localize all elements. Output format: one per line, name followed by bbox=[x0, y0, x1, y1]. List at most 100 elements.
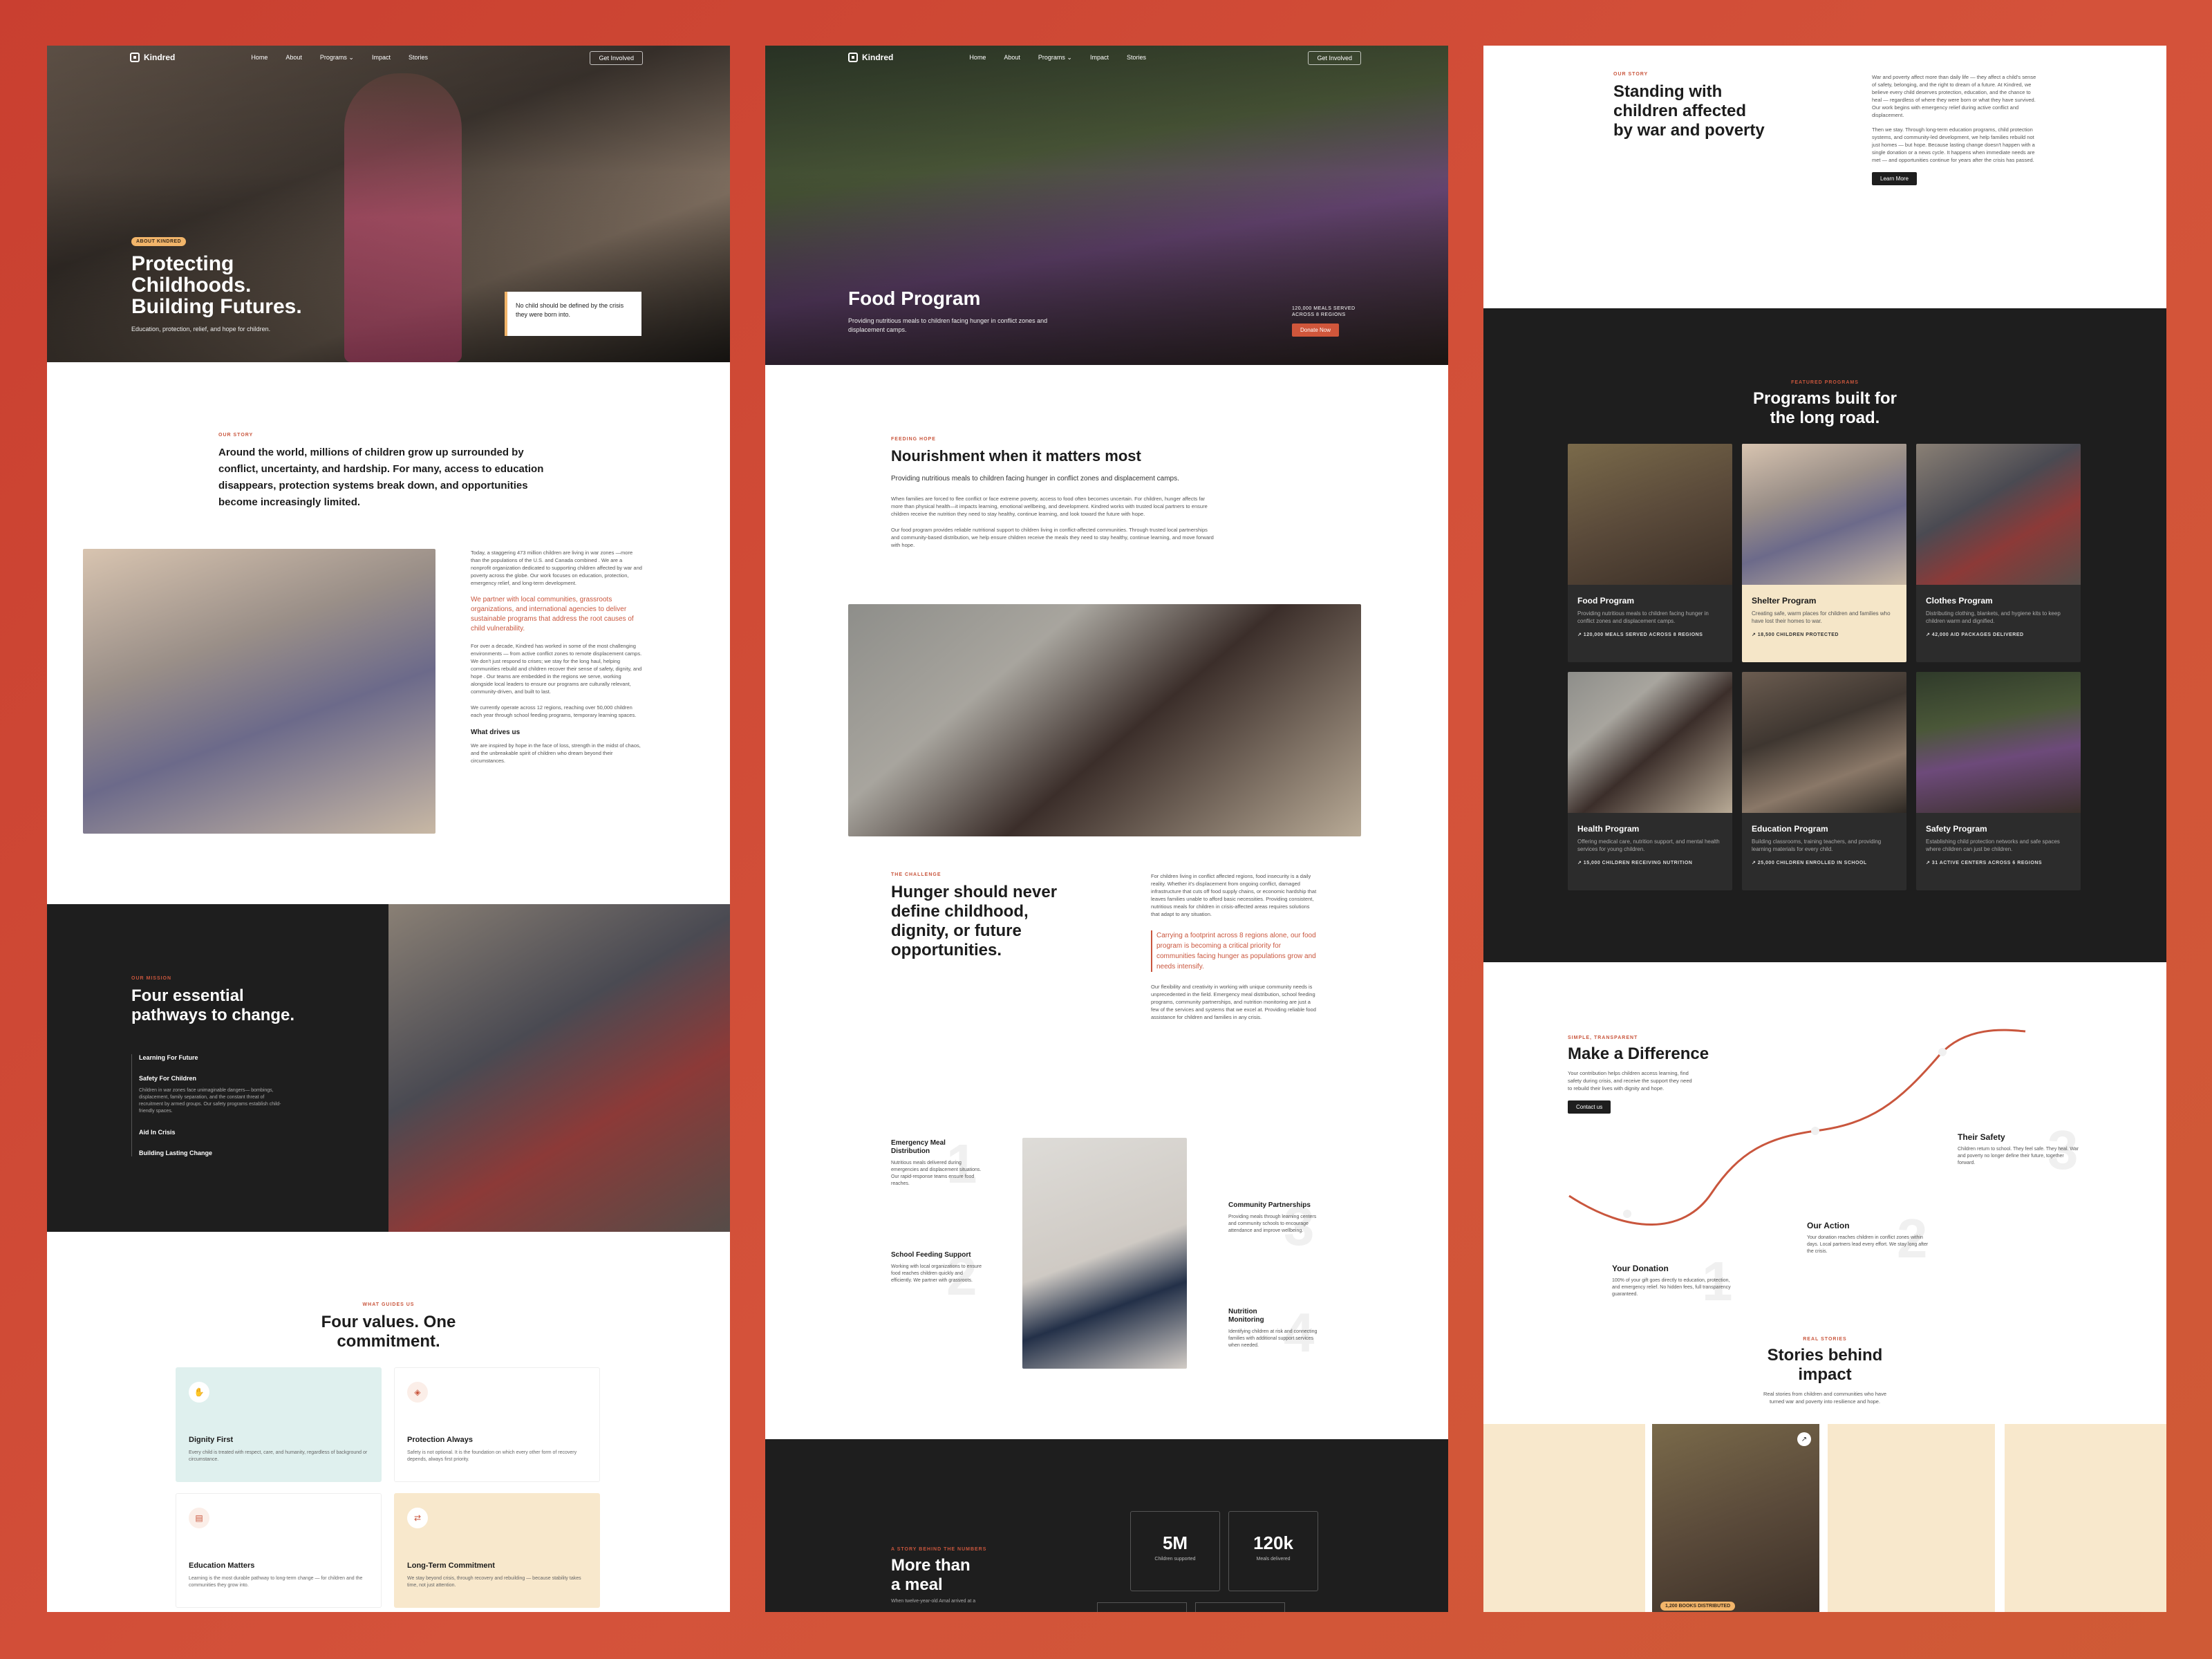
intro-lead: Providing nutritious meals to children f… bbox=[891, 475, 1179, 482]
value-title: Dignity First bbox=[189, 1436, 234, 1444]
program-image bbox=[1742, 444, 1906, 585]
value-desc: Learning is the most durable pathway to … bbox=[189, 1576, 363, 1588]
program-desc: Building classrooms, training teachers, … bbox=[1752, 838, 1882, 852]
step-item: 2 School Feeding Support Working with lo… bbox=[891, 1245, 982, 1306]
challenge-title-line: Hunger should never bbox=[891, 883, 1058, 901]
value-title: Education Matters bbox=[189, 1562, 255, 1570]
hero-title-line: Protecting bbox=[131, 252, 234, 275]
top-nav: Kindred Home About Programs ⌄ Impact Sto… bbox=[47, 46, 730, 69]
hero-tag: ABOUT KINDRED bbox=[131, 237, 187, 246]
story-card[interactable] bbox=[1483, 1424, 1645, 1612]
mission-item[interactable]: Building Lasting Change bbox=[139, 1150, 294, 1156]
nav-about[interactable]: About bbox=[1004, 54, 1020, 62]
program-image bbox=[1916, 672, 2081, 813]
step-desc: Identifying children at risk and connect… bbox=[1228, 1329, 1318, 1348]
nav-impact[interactable]: Impact bbox=[372, 54, 391, 62]
program-title: Shelter Program bbox=[1752, 596, 1817, 606]
mission-item-active[interactable]: Safety For Children bbox=[139, 1075, 294, 1082]
program-stat: ↗ 31 ACTIVE CENTERS ACROSS 6 REGIONS bbox=[1926, 861, 2043, 865]
numbers-eyebrow: A STORY BEHIND THE NUMBERS bbox=[891, 1547, 987, 1552]
program-card-food[interactable]: Food Program Providing nutritious meals … bbox=[1568, 444, 1732, 662]
get-involved-button[interactable]: Get Involved bbox=[1308, 51, 1361, 65]
step-title: School Feeding Support bbox=[891, 1251, 971, 1259]
story-badge: 1,200 BOOKS DISTRIBUTED bbox=[1660, 1602, 1736, 1611]
program-card-education[interactable]: Education Program Building classrooms, t… bbox=[1742, 672, 1906, 890]
mission-title-line: pathways to change. bbox=[131, 1006, 295, 1024]
home-page-frame: OUR STORY Standing with children affecte… bbox=[1483, 46, 2166, 1612]
step-item: 3 Community Partnerships Providing meals… bbox=[1228, 1195, 1320, 1257]
logo[interactable]: Kindred bbox=[848, 53, 893, 62]
story-card[interactable] bbox=[1828, 1424, 1995, 1612]
mission-panel: OUR MISSION Four essential pathways to c… bbox=[47, 904, 388, 1232]
chevron-down-icon: ⌄ bbox=[348, 53, 354, 61]
stories-title: Stories behind impact bbox=[1483, 1346, 2166, 1385]
program-card-shelter[interactable]: Shelter Program Creating safe, warm plac… bbox=[1742, 444, 1906, 662]
donate-now-button[interactable]: Donate Now bbox=[1292, 324, 1340, 337]
nav-about[interactable]: About bbox=[285, 54, 302, 62]
challenge-title-line: opportunities. bbox=[891, 941, 1002, 959]
program-title: Safety Program bbox=[1926, 824, 1987, 834]
programs-eyebrow: FEATURED PROGRAMS bbox=[1791, 380, 1859, 385]
get-involved-button[interactable]: Get Involved bbox=[590, 51, 643, 65]
arrow-icon[interactable]: ↗ bbox=[1797, 1432, 1811, 1446]
logo[interactable]: Kindred bbox=[130, 53, 175, 62]
value-title: Protection Always bbox=[407, 1436, 473, 1444]
mission-item[interactable]: Learning For Future bbox=[139, 1054, 294, 1061]
contact-us-button[interactable]: Contact us bbox=[1568, 1100, 1611, 1114]
program-desc: Establishing child protection networks a… bbox=[1926, 838, 2060, 852]
hero-title-line: Building Futures. bbox=[131, 295, 302, 318]
values-title-line: commitment. bbox=[337, 1332, 440, 1351]
story-title-line: children affected bbox=[1613, 102, 1747, 120]
about-page-frame: Kindred Home About Programs ⌄ Impact Sto… bbox=[47, 46, 730, 1612]
program-stat: ↗ 120,000 MEALS SERVED ACROSS 8 REGIONS bbox=[1577, 632, 1703, 637]
nav-stories[interactable]: Stories bbox=[1127, 54, 1146, 62]
value-card: ⇄ Long-Term Commitment We stay beyond cr… bbox=[394, 1493, 600, 1608]
nav-home[interactable]: Home bbox=[251, 54, 268, 62]
stories-title-line: Stories behind bbox=[1767, 1346, 1883, 1365]
mission-item[interactable]: Aid In Crisis bbox=[139, 1129, 294, 1136]
challenge-paragraph: For children living in conflict affected… bbox=[1151, 873, 1317, 917]
program-stat: ↗ 42,000 AID PACKAGES DELIVERED bbox=[1926, 632, 2024, 637]
stat-card: 120k Meals delivered bbox=[1228, 1511, 1318, 1591]
nav-programs[interactable]: Programs ⌄ bbox=[320, 54, 354, 62]
intro-paragraph: Our food program provides reliable nutri… bbox=[891, 527, 1214, 548]
nav-stories[interactable]: Stories bbox=[409, 54, 428, 62]
challenge-title-line: define childhood, bbox=[891, 902, 1029, 921]
step-desc: Working with local organizations to ensu… bbox=[891, 1264, 982, 1283]
program-card-clothes[interactable]: Clothes Program Distributing clothing, b… bbox=[1916, 444, 2081, 662]
value-desc: We stay beyond crisis, through recovery … bbox=[407, 1576, 581, 1588]
mission-image bbox=[388, 904, 730, 1232]
step-desc: Your donation reaches children in confli… bbox=[1807, 1235, 1929, 1254]
program-card-health[interactable]: Health Program Offering medical care, nu… bbox=[1568, 672, 1732, 890]
story-image bbox=[83, 549, 435, 834]
food-hero-title: Food Program bbox=[848, 288, 981, 309]
step-desc: Providing meals through learning centers… bbox=[1228, 1215, 1317, 1233]
nav-impact[interactable]: Impact bbox=[1090, 54, 1109, 62]
story-paragraph: We currently operate across 12 regions, … bbox=[471, 704, 637, 718]
book-icon: ▤ bbox=[189, 1508, 209, 1528]
learn-more-button[interactable]: Learn More bbox=[1872, 172, 1917, 185]
nav-home[interactable]: Home bbox=[969, 54, 986, 62]
program-card-safety[interactable]: Safety Program Establishing child protec… bbox=[1916, 672, 2081, 890]
story-card[interactable] bbox=[2005, 1424, 2166, 1612]
programs-title: Programs built for the long road. bbox=[1483, 389, 2166, 428]
values-eyebrow: WHAT GUIDES US bbox=[362, 1302, 415, 1307]
value-desc: Safety is not optional. It is the founda… bbox=[407, 1450, 577, 1462]
intro-eyebrow: FEEDING HOPE bbox=[891, 437, 936, 442]
intro-title: Nourishment when it matters most bbox=[891, 447, 1141, 465]
stat-card-partial bbox=[1195, 1602, 1285, 1612]
nav-programs[interactable]: Programs ⌄ bbox=[1038, 54, 1072, 62]
impact-point bbox=[1623, 1210, 1631, 1218]
program-image bbox=[1568, 444, 1732, 585]
stat-label: Meals delivered bbox=[1256, 1557, 1291, 1562]
program-desc: Providing nutritious meals to children f… bbox=[1577, 610, 1709, 624]
story-eyebrow: OUR STORY bbox=[1613, 72, 1649, 77]
step-item: 4 Nutrition Monitoring Identifying child… bbox=[1228, 1302, 1320, 1363]
program-stat: ↗ 18,500 CHILDREN PROTECTED bbox=[1752, 632, 1839, 637]
program-stat: ↗ 25,000 CHILDREN ENROLLED IN SCHOOL bbox=[1752, 861, 1867, 865]
challenge-highlight: Carrying a footprint across 8 regions al… bbox=[1151, 930, 1320, 972]
step-desc: Children return to school. They feel saf… bbox=[1958, 1147, 2079, 1165]
story-title: Standing with children affected by war a… bbox=[1613, 82, 1793, 140]
challenge-title: Hunger should never define childhood, di… bbox=[891, 883, 1085, 960]
story-card-featured[interactable]: ↗ 1,200 BOOKS DISTRIBUTED bbox=[1652, 1424, 1819, 1612]
